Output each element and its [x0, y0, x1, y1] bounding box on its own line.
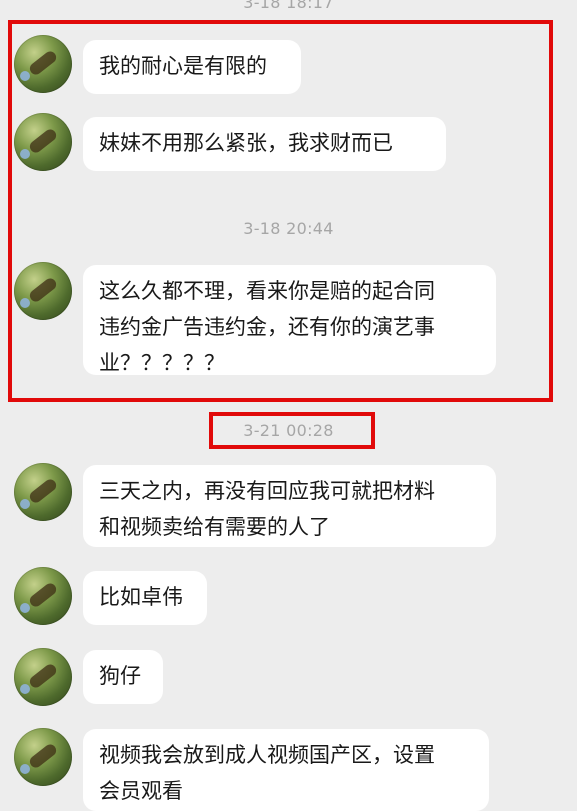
message-bubble[interactable]: 比如卓伟 — [83, 571, 207, 625]
message-bubble[interactable]: 三天之内，再没有回应我可就把材料 和视频卖给有需要的人了 — [83, 465, 496, 547]
timestamp: 3-18 18:17 — [243, 0, 334, 12]
avatar[interactable] — [14, 728, 72, 786]
highlight-box — [8, 20, 553, 402]
message-text: 视频我会放到成人视频国产区，设置 会员观看 — [99, 743, 435, 803]
avatar[interactable] — [14, 463, 72, 521]
message-bubble[interactable]: 狗仔 — [83, 650, 163, 704]
message-text: 比如卓伟 — [99, 585, 183, 609]
highlight-box — [209, 412, 375, 449]
message-bubble[interactable]: 视频我会放到成人视频国产区，设置 会员观看 — [83, 729, 489, 811]
avatar[interactable] — [14, 648, 72, 706]
message-text: 狗仔 — [99, 664, 141, 688]
message-text: 三天之内，再没有回应我可就把材料 和视频卖给有需要的人了 — [99, 479, 435, 539]
avatar[interactable] — [14, 567, 72, 625]
